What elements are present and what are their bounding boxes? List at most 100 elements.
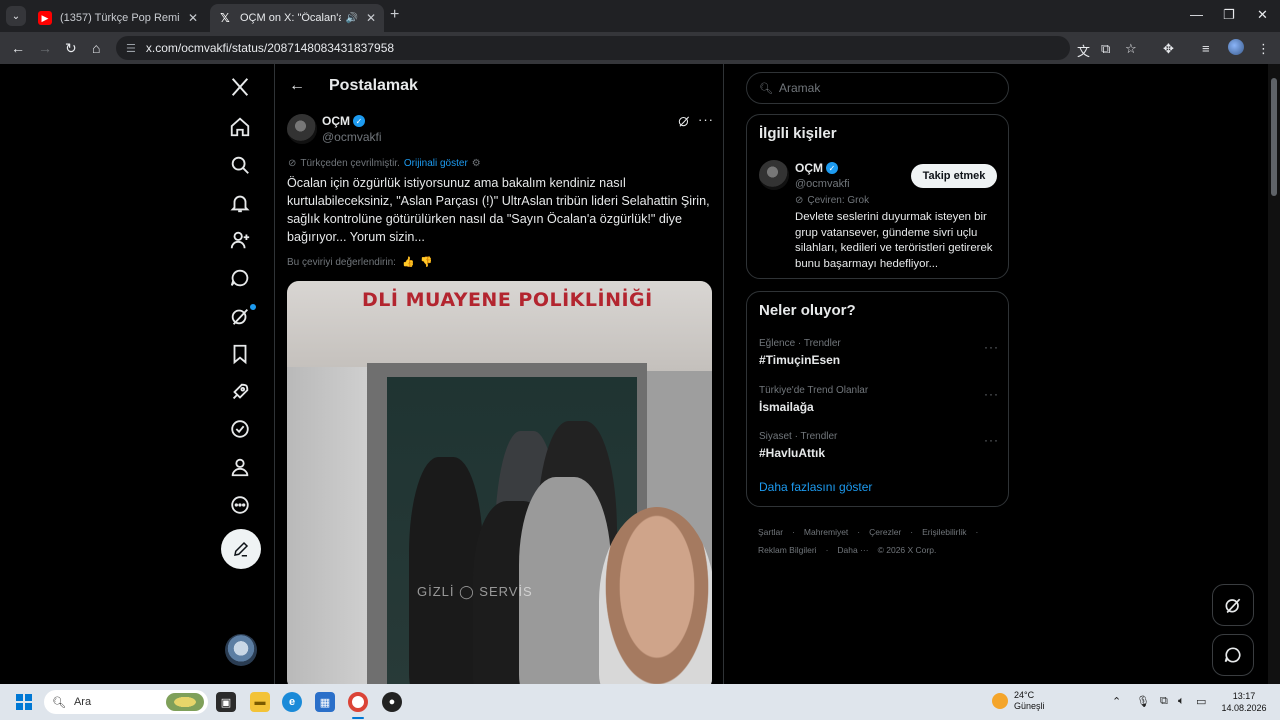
thumbs-up-icon[interactable]: 👍 bbox=[402, 257, 414, 268]
rate-translation-label: Bu çeviriyi değerlendirin: bbox=[287, 257, 396, 268]
audio-playing-icon[interactable]: 🔊 bbox=[345, 13, 357, 24]
footer-link-accessibility[interactable]: Erişilebilirlik bbox=[922, 527, 966, 537]
follow-button[interactable]: Takip etmek bbox=[911, 164, 997, 188]
footer-separator: · bbox=[910, 527, 914, 537]
forward-arrow-icon[interactable]: → bbox=[38, 40, 52, 56]
show-more-trends-link[interactable]: Daha fazlasını göster bbox=[759, 480, 872, 494]
more-options-icon[interactable] bbox=[220, 490, 260, 520]
grok-floating-button[interactable] bbox=[1212, 584, 1254, 626]
taskbar-search-placeholder: Ara bbox=[73, 696, 92, 708]
chrome-icon[interactable] bbox=[348, 692, 368, 712]
minimize-button[interactable]: — bbox=[1190, 7, 1203, 22]
network-icon[interactable]: ⧉ bbox=[1160, 695, 1168, 708]
tab-search-button[interactable]: ⌄ bbox=[6, 6, 26, 26]
footer-link-privacy[interactable]: Mahremiyet bbox=[804, 527, 848, 537]
grok-icon: ⊘ bbox=[795, 195, 804, 206]
follow-user-icon[interactable] bbox=[220, 225, 260, 255]
author-name[interactable]: OÇM ✓ bbox=[322, 114, 365, 128]
translate-icon[interactable]: 文 bbox=[1077, 41, 1090, 60]
trend-item[interactable]: Eğlence · Trendler #TimuçinEsen ··· bbox=[759, 338, 999, 367]
compose-post-button[interactable] bbox=[221, 529, 261, 569]
footer-link-more[interactable]: Daha ··· bbox=[837, 545, 868, 555]
translation-settings-icon[interactable]: ⚙ bbox=[472, 158, 481, 169]
grok-explain-icon[interactable] bbox=[677, 114, 693, 130]
post-more-options-icon[interactable]: ··· bbox=[698, 112, 714, 127]
verified-badge-icon: ✓ bbox=[826, 162, 838, 174]
trend-more-icon[interactable]: ··· bbox=[984, 387, 999, 401]
reload-icon[interactable]: ↻ bbox=[65, 40, 77, 57]
related-handle[interactable]: @ocmvakfi bbox=[795, 178, 850, 190]
footer-link-terms[interactable]: Şartlar bbox=[758, 527, 783, 537]
trend-name: #TimuçinEsen bbox=[759, 353, 841, 367]
bookmark-star-icon[interactable]: ☆ bbox=[1125, 41, 1137, 57]
trend-more-icon[interactable]: ··· bbox=[984, 433, 999, 447]
profile-icon[interactable] bbox=[220, 452, 260, 482]
microsoft-store-icon[interactable]: ▦ bbox=[315, 692, 335, 712]
account-avatar[interactable] bbox=[225, 634, 257, 666]
person-figure bbox=[409, 457, 483, 684]
notifications-bell-icon[interactable] bbox=[220, 188, 260, 218]
site-info-icon[interactable]: ☰ bbox=[126, 42, 136, 55]
extensions-icon[interactable]: ✥ bbox=[1163, 41, 1174, 57]
microphone-icon[interactable]: 🎙︎ bbox=[1136, 695, 1150, 708]
weather-widget[interactable]: 24°C Güneşli bbox=[992, 690, 1045, 712]
author-handle[interactable]: @ocmvakfi bbox=[322, 130, 382, 144]
address-bar[interactable]: ☰ x.com/ocmvakfi/status/2087148083431837… bbox=[116, 36, 1070, 60]
browser-tab-youtube[interactable]: ▶ (1357) Türkçe Pop Remix 2025 ✕ bbox=[30, 4, 206, 32]
bookmarks-icon[interactable] bbox=[220, 339, 260, 369]
volume-icon[interactable]: 🔈︎ bbox=[1178, 695, 1185, 708]
author-name-text: OÇM bbox=[322, 114, 350, 128]
close-window-button[interactable]: ✕ bbox=[1257, 7, 1268, 23]
back-arrow-icon[interactable]: ← bbox=[289, 77, 313, 95]
tab-title: OÇM on X: "Öcalan'a özgür bbox=[240, 12, 342, 24]
trend-meta: Siyaset · Trendler bbox=[759, 431, 838, 442]
verified-orgs-icon[interactable] bbox=[220, 414, 260, 444]
windows-start-icon[interactable] bbox=[16, 694, 32, 710]
browser-tab-x-active[interactable]: 𝕏 OÇM on X: "Öcalan'a özgür 🔊 ✕ bbox=[210, 4, 384, 32]
scrollbar-thumb[interactable] bbox=[1271, 78, 1277, 196]
author-avatar[interactable] bbox=[287, 114, 317, 144]
thumbs-down-icon[interactable]: 👎 bbox=[420, 257, 432, 268]
messages-icon bbox=[1224, 647, 1241, 663]
search-icon[interactable] bbox=[220, 150, 260, 180]
messages-floating-button[interactable] bbox=[1212, 634, 1254, 676]
back-arrow-icon[interactable]: ← bbox=[11, 40, 25, 56]
edge-browser-icon[interactable]: e bbox=[282, 692, 302, 712]
task-view-icon[interactable]: ▣ bbox=[216, 692, 236, 712]
app-icon[interactable]: ● bbox=[382, 692, 402, 712]
install-app-icon[interactable]: ⧉ bbox=[1101, 41, 1110, 57]
footer-link-ads-info[interactable]: Reklam Bilgileri bbox=[758, 545, 817, 555]
close-tab-icon[interactable]: ✕ bbox=[188, 11, 198, 25]
page-title: Postalamak bbox=[329, 77, 418, 94]
trend-item[interactable]: Siyaset · Trendler #HavluAttık ··· bbox=[759, 431, 999, 460]
premium-rocket-icon[interactable] bbox=[220, 377, 260, 407]
home-icon[interactable] bbox=[220, 112, 260, 142]
youtube-icon: ▶ bbox=[38, 11, 52, 25]
messages-icon[interactable] bbox=[220, 263, 260, 293]
home-icon[interactable]: ⌂ bbox=[92, 40, 100, 56]
taskbar-search[interactable]: 🔍︎ Ara bbox=[44, 690, 208, 714]
person-figure bbox=[519, 477, 611, 684]
maximize-button[interactable]: ❐ bbox=[1223, 7, 1235, 23]
x-logo-icon[interactable] bbox=[220, 72, 260, 102]
browser-profile-avatar[interactable] bbox=[1228, 39, 1244, 55]
media-controls-icon[interactable]: ≡ bbox=[1202, 41, 1210, 56]
close-tab-icon[interactable]: ✕ bbox=[366, 11, 376, 25]
battery-icon[interactable]: ▭ bbox=[1196, 695, 1206, 708]
search-input[interactable]: 🔍︎ Aramak bbox=[746, 72, 1009, 104]
trend-more-icon[interactable]: ··· bbox=[984, 340, 999, 354]
trend-item[interactable]: Türkiye'de Trend Olanlar İsmailağa ··· bbox=[759, 385, 999, 414]
show-original-link[interactable]: Orijinali göster bbox=[404, 158, 468, 169]
clinic-sign: DLİ MUAYENE POLİKLİNİĞİ bbox=[362, 289, 653, 311]
footer-link-cookies[interactable]: Çerezler bbox=[869, 527, 901, 537]
system-clock[interactable]: 13:17 14.08.2026 bbox=[1216, 690, 1272, 714]
page-scrollbar[interactable] bbox=[1268, 64, 1280, 684]
show-hidden-icons-icon[interactable]: ⌃ bbox=[1112, 695, 1121, 708]
browser-tab-bar: ⌄ ▶ (1357) Türkçe Pop Remix 2025 ✕ 𝕏 OÇM… bbox=[0, 0, 1280, 32]
related-avatar[interactable] bbox=[759, 160, 789, 190]
file-explorer-icon[interactable]: ▬ bbox=[250, 692, 270, 712]
post-video[interactable]: DLİ MUAYENE POLİKLİNİĞİ GİZLİ ◯ SERVİS bbox=[287, 281, 712, 684]
browser-menu-icon[interactable]: ⋮ bbox=[1257, 41, 1270, 57]
new-tab-button[interactable]: + bbox=[390, 6, 399, 24]
related-name[interactable]: OÇM ✓ bbox=[795, 161, 838, 175]
